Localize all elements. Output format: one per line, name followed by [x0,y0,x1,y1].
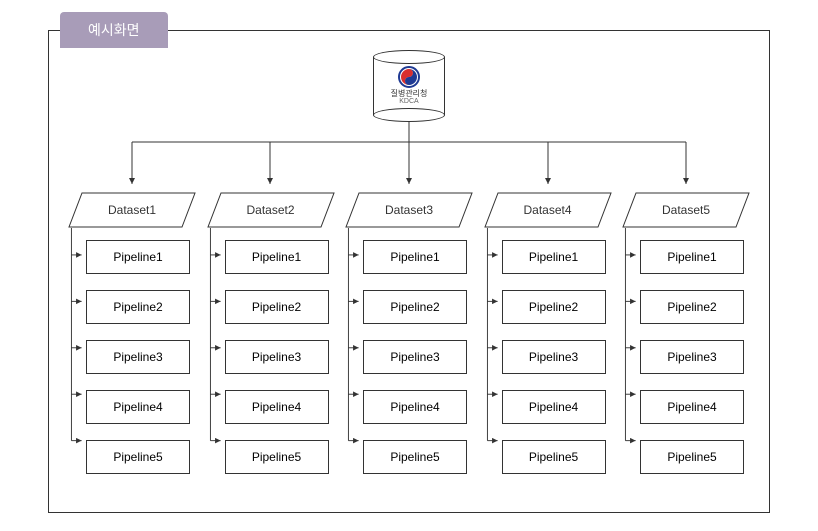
cylinder-top [373,50,445,64]
pipeline-label: Pipeline5 [252,450,301,464]
pipeline-label: Pipeline1 [667,250,716,264]
dataset-node: Dataset2 [207,192,335,228]
dataset-to-pipelines-connector [345,228,363,488]
dataset-node: Dataset3 [345,192,473,228]
pipeline-node: Pipeline4 [86,390,190,424]
tab-label: 예시화면 [88,22,140,38]
dataset-to-pipelines-connector [622,228,640,488]
dataset-label: Dataset1 [68,192,196,228]
dataset-to-pipelines-connector [207,228,225,488]
pipeline-node: Pipeline2 [86,290,190,324]
dataset-node: Dataset1 [68,192,196,228]
pipeline-label: Pipeline1 [252,250,301,264]
pipeline-node: Pipeline2 [225,290,329,324]
pipeline-node: Pipeline4 [363,390,467,424]
pipeline-label: Pipeline5 [667,450,716,464]
pipeline-node: Pipeline5 [225,440,329,474]
pipeline-label: Pipeline2 [529,300,578,314]
dataset-label: Dataset4 [484,192,612,228]
dataset-to-pipelines-connector [68,228,86,488]
dataset-label: Dataset3 [345,192,473,228]
dataset-column: Dataset5 Pipeline1Pipeline2Pipeline3Pipe… [622,192,750,474]
pipeline-node: Pipeline1 [363,240,467,274]
pipeline-node: Pipeline4 [502,390,606,424]
dataset-node: Dataset4 [484,192,612,228]
pipelines-list: Pipeline1 Pipeline2 Pipeline3 Pipeline4 Pipe… [86,240,196,474]
dataset-columns: Dataset1 Pipeline1Pipeline2Pipeline3Pipe… [48,192,770,474]
dataset-column: Dataset4 Pipeline1Pipeline2Pipeline3Pipe… [484,192,612,474]
pipeline-node: Pipeline1 [502,240,606,274]
dataset-label: Dataset2 [207,192,335,228]
pipeline-node: Pipeline5 [363,440,467,474]
pipelines-list: Pipeline1 Pipeline2 Pipeline3 Pipeline4 Pipe… [363,240,473,474]
pipeline-node: Pipeline3 [225,340,329,374]
pipelines-list: Pipeline1 Pipeline2 Pipeline3 Pipeline4 Pipe… [640,240,750,474]
pipeline-node: Pipeline3 [363,340,467,374]
pipeline-node: Pipeline2 [502,290,606,324]
org-name-en: KDCA [373,98,445,105]
pipeline-label: Pipeline4 [390,400,439,414]
pipeline-node: Pipeline5 [640,440,744,474]
pipeline-node: Pipeline3 [502,340,606,374]
pipeline-label: Pipeline2 [252,300,301,314]
pipeline-label: Pipeline3 [529,350,578,364]
pipeline-label: Pipeline2 [390,300,439,314]
pipeline-label: Pipeline2 [113,300,162,314]
dataset-column: Dataset1 Pipeline1Pipeline2Pipeline3Pipe… [68,192,196,474]
pipeline-label: Pipeline3 [390,350,439,364]
pipeline-label: Pipeline4 [252,400,301,414]
pipeline-label: Pipeline3 [252,350,301,364]
pipeline-label: Pipeline1 [529,250,578,264]
dataset-node: Dataset5 [622,192,750,228]
pipeline-label: Pipeline4 [529,400,578,414]
pipeline-label: Pipeline5 [529,450,578,464]
org-name-kr: 질병관리청 [373,90,445,98]
example-screen-tab: 예시화면 [60,12,168,48]
kdca-logo-icon [398,66,420,88]
cylinder-content: 질병관리청 KDCA [373,66,445,105]
pipeline-label: Pipeline1 [390,250,439,264]
pipeline-label: Pipeline5 [390,450,439,464]
pipeline-label: Pipeline2 [667,300,716,314]
dataset-label: Dataset5 [622,192,750,228]
source-database-cylinder: 질병관리청 KDCA [373,50,445,122]
pipeline-node: Pipeline1 [640,240,744,274]
pipelines-list: Pipeline1 Pipeline2 Pipeline3 Pipeline4 Pipe… [502,240,612,474]
pipeline-node: Pipeline3 [640,340,744,374]
pipeline-node: Pipeline4 [225,390,329,424]
pipeline-label: Pipeline4 [113,400,162,414]
pipeline-node: Pipeline3 [86,340,190,374]
pipeline-node: Pipeline2 [363,290,467,324]
cylinder-bottom [373,108,445,122]
dataset-column: Dataset2 Pipeline1Pipeline2Pipeline3Pipe… [207,192,335,474]
fanout-connector [48,122,770,192]
pipeline-node: Pipeline1 [86,240,190,274]
pipeline-label: Pipeline5 [113,450,162,464]
pipeline-label: Pipeline4 [667,400,716,414]
pipeline-label: Pipeline1 [113,250,162,264]
pipeline-node: Pipeline5 [86,440,190,474]
dataset-column: Dataset3 Pipeline1Pipeline2Pipeline3Pipe… [345,192,473,474]
pipeline-node: Pipeline5 [502,440,606,474]
pipeline-node: Pipeline4 [640,390,744,424]
pipeline-node: Pipeline2 [640,290,744,324]
pipeline-label: Pipeline3 [667,350,716,364]
pipeline-node: Pipeline1 [225,240,329,274]
pipeline-label: Pipeline3 [113,350,162,364]
dataset-to-pipelines-connector [484,228,502,488]
pipelines-list: Pipeline1 Pipeline2 Pipeline3 Pipeline4 Pipe… [225,240,335,474]
